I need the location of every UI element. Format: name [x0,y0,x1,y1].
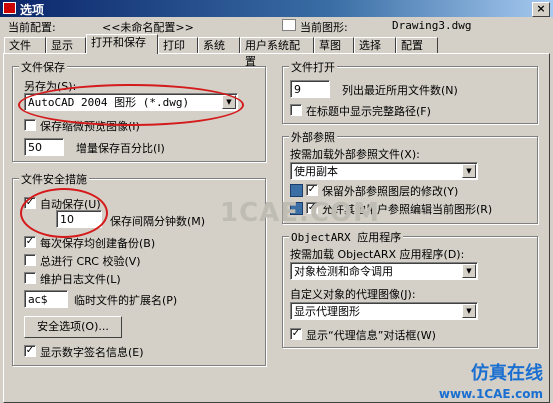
tab-open-save[interactable]: 打开和保存 [86,34,158,54]
security-options-button[interactable]: 安全选项(O)... [24,316,122,338]
tab-display[interactable]: 显示 [46,37,86,53]
full-path-checkbox[interactable] [290,104,302,116]
retain-xref-changes-label: 保留外部参照图层的修改(Y) [322,185,459,198]
digital-signature-label: 显示数字签名信息(E) [40,346,144,359]
current-drawing-value: Drawing3.dwg [392,19,472,32]
highlight-autosave [20,188,108,238]
proxy-image-select[interactable]: 显示代理图形 ▼ [290,302,478,320]
proxy-image-label: 自定义对象的代理图像(J): [290,288,416,301]
file-open-group-label: 文件打开 [289,59,337,75]
autosave-interval-label: 保存间隔分钟数(M) [110,215,206,228]
objectarx-group-label: ObjectARX 应用程序 [289,229,404,245]
arx-demand-load-value: 对象检测和命令调用 [294,265,393,278]
crc-label: 总进行 CRC 校验(V) [40,255,141,268]
backup-checkbox[interactable]: ✓ [24,236,36,248]
tab-profiles[interactable]: 配置 [396,37,438,53]
highlight-save-as [18,84,244,126]
file-safety-group-label: 文件安全措施 [19,171,89,187]
digital-signature-checkbox[interactable]: ✓ [24,345,36,357]
tab-plot[interactable]: 打印 [158,37,198,53]
current-drawing-label: 当前图形: [300,21,348,34]
retain-xref-changes-checkbox[interactable]: ✓ [306,184,318,196]
crc-checkbox[interactable] [24,254,36,266]
arx-demand-load-label: 按需加载 ObjectARX 应用程序(D): [290,248,465,261]
recent-files-label: 列出最近所用文件数(N) [342,84,458,97]
proxy-info-dialog-checkbox[interactable]: ✓ [290,328,302,340]
current-profile-value: <<未命名配置>> [102,21,194,34]
tab-user-prefs[interactable]: 用户系统配置 [240,37,314,68]
recent-files-input[interactable]: 9 [290,80,330,98]
drawing-icon [282,19,296,31]
xref-demand-load-select[interactable]: 使用副本 ▼ [290,162,478,180]
current-profile-label: 当前配置: [8,21,56,34]
xref-layer-icon [290,184,303,197]
watermark-cn: 仿真在线 [471,363,543,384]
window-title: 选项 [20,3,45,17]
incremental-save-label: 增量保存百分比(I) [76,142,165,155]
tab-files[interactable]: 文件 [4,37,46,53]
chevron-down-icon[interactable]: ▼ [462,304,476,318]
log-file-checkbox[interactable] [24,272,36,284]
tab-selection[interactable]: 选择 [354,37,396,53]
watermark-site: www.1CAE.com [438,387,543,401]
tab-drafting[interactable]: 草图 [314,37,354,53]
temp-ext-input[interactable]: ac$ [24,290,68,308]
tab-system[interactable]: 系统 [198,37,240,53]
chevron-down-icon[interactable]: ▼ [462,164,476,178]
app-icon [3,2,16,14]
proxy-image-value: 显示代理图形 [294,305,360,318]
full-path-label: 在标题中显示完整路径(F) [306,105,431,118]
chevron-down-icon[interactable]: ▼ [462,264,476,278]
xref-demand-load-value: 使用副本 [294,165,338,178]
file-save-group-label: 文件保存 [19,59,67,75]
close-button[interactable]: × [532,2,550,17]
log-file-label: 维护日志文件(L) [40,273,121,286]
watermark-center: 1CAE.COM [220,198,380,228]
save-thumbnail-checkbox[interactable] [24,119,36,131]
incremental-save-input[interactable]: 50 [24,138,64,156]
proxy-info-dialog-label: 显示“代理信息”对话框(W) [306,329,436,342]
title-bar [0,0,553,17]
xref-demand-load-label: 按需加载外部参照文件(X): [290,148,420,161]
arx-demand-load-select[interactable]: 对象检测和命令调用 ▼ [290,262,478,280]
temp-ext-label: 临时文件的扩展名(P) [74,294,178,307]
xref-group-label: 外部参照 [289,129,337,145]
